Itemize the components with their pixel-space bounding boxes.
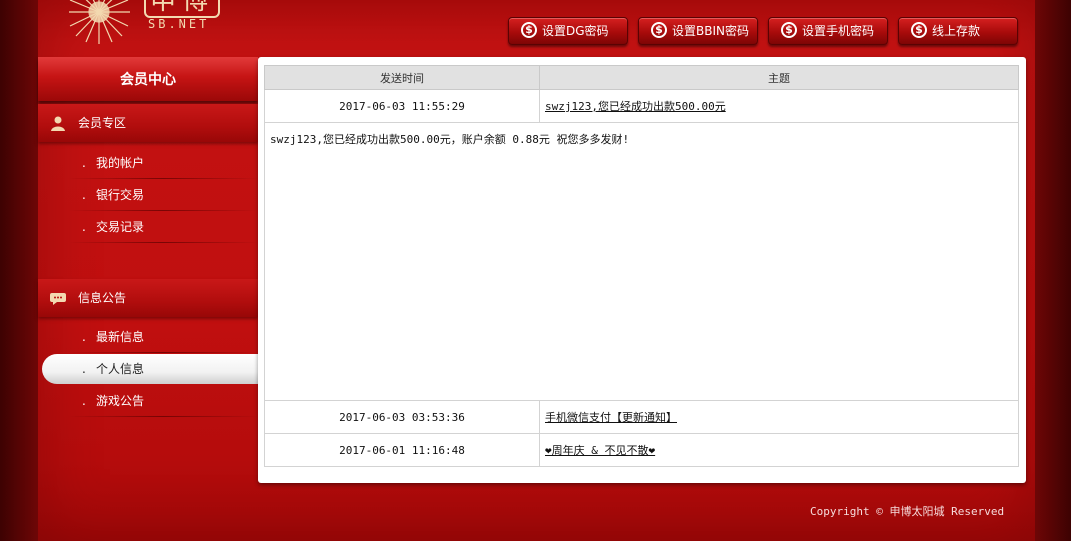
table-row: 2017-06-03 03:53:36 手机微信支付【更新通知】 [264,400,1019,434]
divider [68,352,258,353]
column-header-send-time: 发送时间 [264,65,540,90]
table-row: 2017-06-03 11:55:29 swzj123,您已经成功出款500.0… [264,89,1019,123]
set-phone-password-button[interactable]: $ 设置手机密码 [768,17,888,45]
message-subject-cell: swzj123,您已经成功出款500.00元 [539,89,1019,123]
button-label: 设置手机密码 [802,24,875,38]
column-header-subject: 主题 [539,65,1019,90]
message-subject-link[interactable]: 手机微信支付【更新通知】 [545,411,677,424]
section-member-area[interactable]: 会员专区 [38,104,258,142]
member-icon [51,116,65,131]
messages-table: 发送时间 主题 2017-06-03 11:55:29 swzj123,您已经成… [264,65,1019,467]
sidebar-item-my-account[interactable]: . 我的帐户 [46,148,258,178]
sun-emblem-icon [69,0,130,44]
divider [68,416,258,417]
copyright-text: Copyright © 申博太阳城 Reserved [810,505,1005,518]
button-label: 线上存款 [932,24,981,38]
dollar-coin-icon: $ [651,22,667,38]
sidebar-item-bank-transactions[interactable]: . 银行交易 [46,180,258,210]
message-subject-link[interactable]: swzj123,您已经成功出款500.00元 [545,100,726,113]
sidebar: 会员中心 会员专区 . 我的帐户 . 银行交易 . 交易记录 信息公告 . 最新… [38,57,258,437]
logo-english-text: SB.NET [148,17,210,31]
message-subject-cell: ❤周年庆 & 不见不散❤ [539,433,1019,467]
sidebar-item-transaction-records[interactable]: . 交易记录 [46,212,258,242]
bullet: . [82,394,86,408]
message-body-row: swzj123,您已经成功出款500.00元，账户余额 0.88元 祝您多多发财… [264,122,1019,401]
dollar-coin-icon: $ [521,22,537,38]
divider [68,210,258,211]
sidebar-item-label: 游戏公告 [96,394,145,408]
set-bbin-password-button[interactable]: $ 设置BBIN密码 [638,17,758,45]
right-edge-shadow [1035,0,1071,541]
sidebar-item-label: 银行交易 [96,188,145,202]
table-header-row: 发送时间 主题 [264,65,1019,90]
site-logo[interactable]: 申博 SB.NET [60,0,230,48]
divider [68,178,258,179]
message-time: 2017-06-03 03:53:36 [264,400,540,434]
bullet: . [82,362,86,376]
sidebar-item-game-announcements[interactable]: . 游戏公告 [46,386,258,416]
section-announcements[interactable]: 信息公告 [38,279,258,317]
sidebar-item-label: 我的帐户 [96,156,145,170]
online-deposit-button[interactable]: $ 线上存款 [898,17,1018,45]
message-subject-link[interactable]: ❤周年庆 & 不见不散❤ [545,444,655,457]
section-label: 信息公告 [78,291,127,305]
message-body: swzj123,您已经成功出款500.00元，账户余额 0.88元 祝您多多发财… [264,122,1019,401]
set-dg-password-button[interactable]: $ 设置DG密码 [508,17,628,45]
button-label: 设置BBIN密码 [672,24,749,38]
bullet: . [82,188,86,202]
message-time: 2017-06-03 11:55:29 [264,89,540,123]
sidebar-item-personal-messages[interactable]: . 个人信息 [42,354,258,384]
message-time: 2017-06-01 11:16:48 [264,433,540,467]
dollar-coin-icon: $ [911,22,927,38]
sidebar-item-latest-news[interactable]: . 最新信息 [46,322,258,352]
table-row: 2017-06-01 11:16:48 ❤周年庆 & 不见不散❤ [264,433,1019,467]
message-subject-cell: 手机微信支付【更新通知】 [539,400,1019,434]
left-edge-shadow [0,0,38,541]
dollar-coin-icon: $ [781,22,797,38]
sidebar-item-label: 个人信息 [96,362,145,376]
section-label: 会员专区 [78,116,127,130]
button-label: 设置DG密码 [542,24,609,38]
chat-bubble-icon [50,293,66,305]
bullet: . [82,330,86,344]
bullet: . [82,156,86,170]
sidebar-item-label: 交易记录 [96,220,145,234]
logo-chinese-text: 申博 [144,0,221,18]
sidebar-item-label: 最新信息 [96,330,145,344]
messages-panel: 发送时间 主题 2017-06-03 11:55:29 swzj123,您已经成… [258,57,1026,483]
sidebar-title: 会员中心 [38,57,258,101]
bullet: . [82,220,86,234]
divider [68,242,258,243]
